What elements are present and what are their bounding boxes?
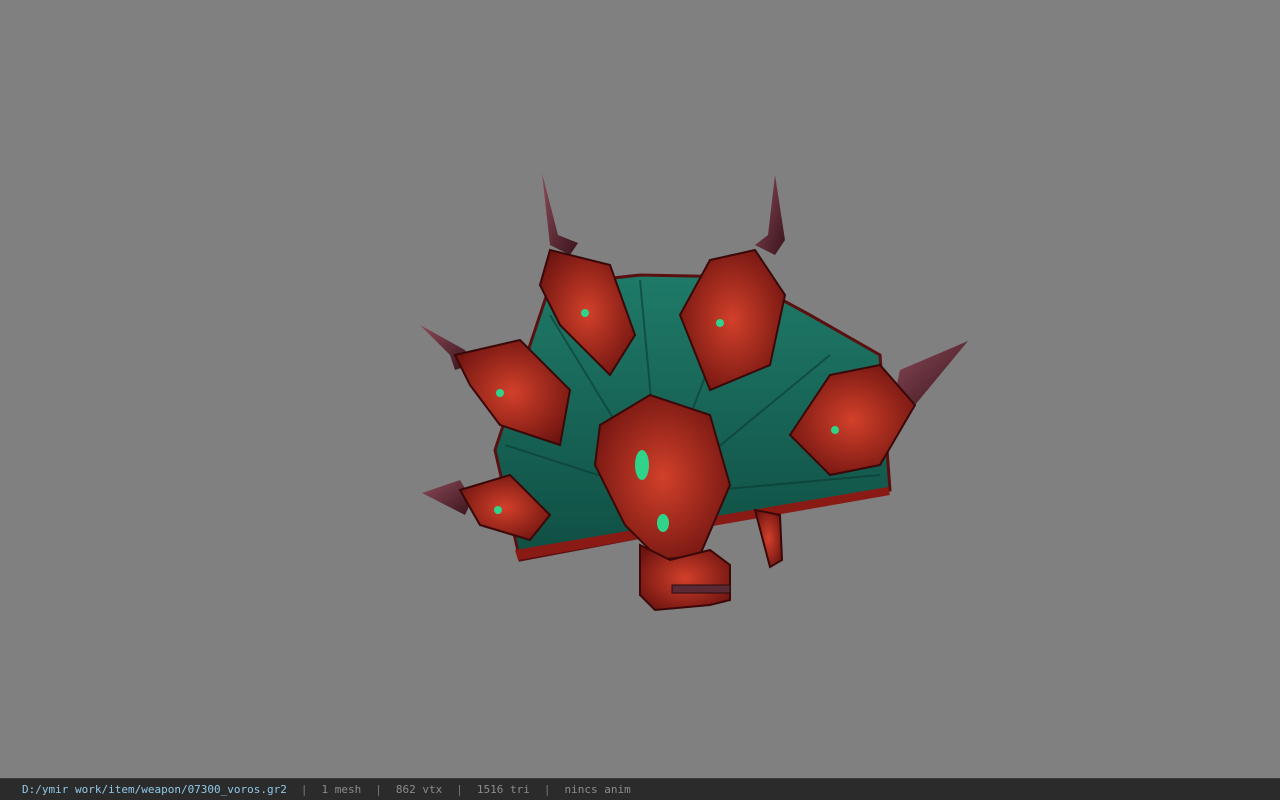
- file-path: D:/ymir work/item/weapon/07300_voros.gr2: [22, 783, 287, 796]
- separator: |: [300, 783, 308, 796]
- fan-weapon-model: [420, 173, 968, 612]
- separator: |: [543, 783, 551, 796]
- mesh-count: 1 mesh: [321, 783, 362, 796]
- animation-status: nincs anim: [564, 783, 631, 796]
- separator: |: [375, 783, 382, 796]
- triangle-count: 1516 tri: [476, 783, 530, 796]
- vertex-count: 862 vtx: [395, 783, 443, 796]
- 3d-viewport[interactable]: [0, 0, 1280, 778]
- status-bar: D:/ymir work/item/weapon/07300_voros.gr2…: [0, 778, 1280, 800]
- handle: [671, 584, 731, 594]
- separator: |: [456, 783, 463, 796]
